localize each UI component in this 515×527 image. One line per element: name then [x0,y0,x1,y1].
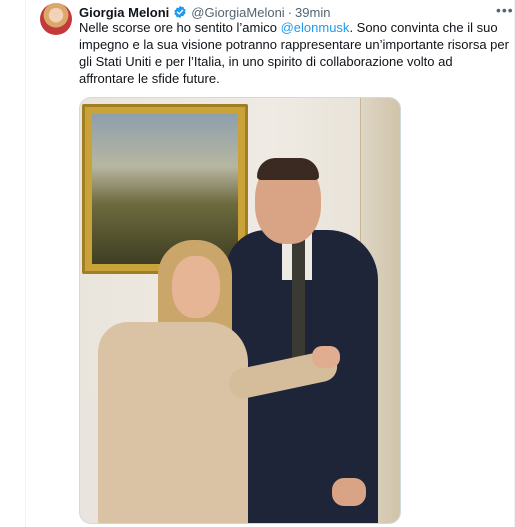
tweet-photo[interactable] [79,97,401,524]
photo-man-tie [292,238,305,368]
separator-dot: · [287,4,293,20]
tweet[interactable]: Giorgia Meloni @GiorgiaMeloni · 39min ••… [26,0,514,527]
more-horizontal-icon[interactable]: ••• [496,2,514,18]
author-name[interactable]: Giorgia Meloni [79,5,169,20]
avatar[interactable] [40,3,72,35]
photo-woman-hand [312,346,340,368]
photo-painting-frame [82,104,248,274]
verified-badge-icon[interactable] [173,5,187,19]
photo-woman-cardigan [98,322,248,523]
photo-man-hand [332,478,366,506]
photo-man-hair [257,158,319,180]
tweet-text: Nelle scorse ore ho sentito l’amico @elo… [79,19,509,87]
timestamp[interactable]: 39min [295,5,330,20]
mention-link[interactable]: @elonmusk [281,20,350,35]
tweet-text-part-1: Nelle scorse ore ho sentito l’amico [79,20,281,35]
photo-painting [92,114,238,264]
author-handle[interactable]: @GiorgiaMeloni [191,5,284,20]
photo-woman-head [172,256,220,318]
